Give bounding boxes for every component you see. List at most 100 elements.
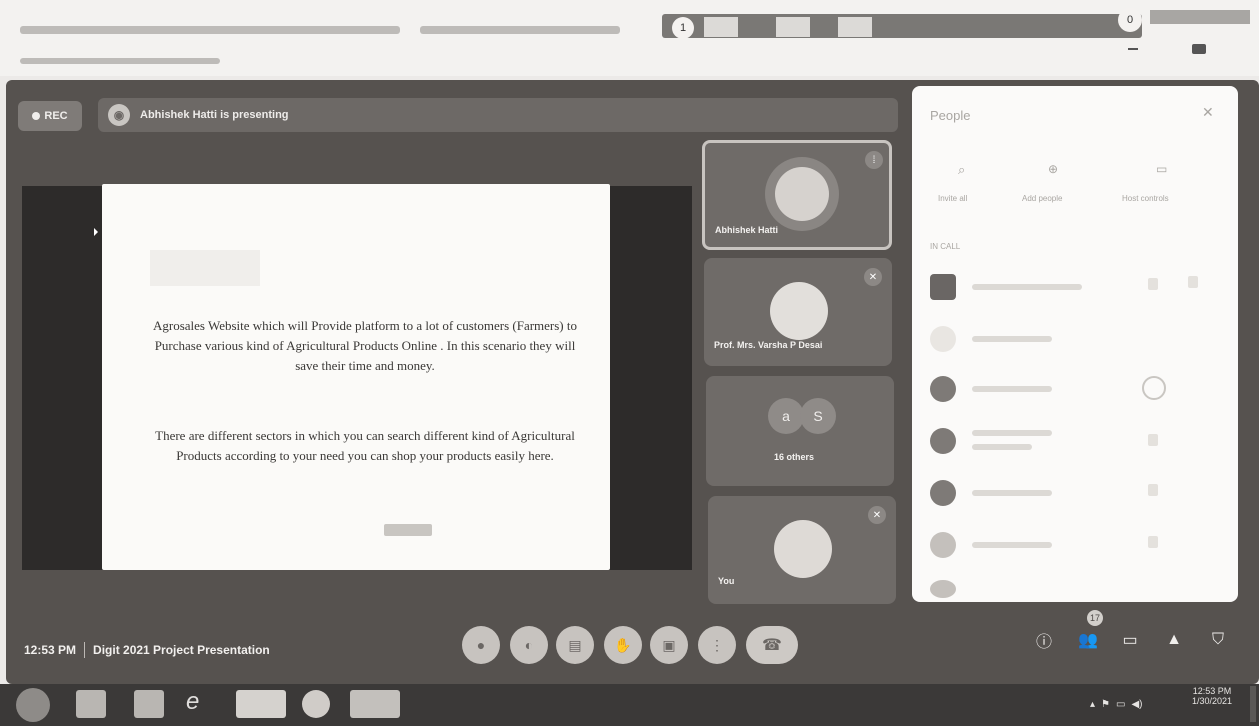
section-label: IN CALL — [930, 242, 961, 251]
participant-row-text — [972, 542, 1052, 548]
audio-level-icon: ⁞ — [865, 151, 883, 169]
end-call-button[interactable]: ☎ — [746, 626, 798, 664]
participant-row-text — [972, 284, 1082, 290]
show-desktop-button[interactable] — [1250, 686, 1256, 722]
tile-name: Prof. Mrs. Varsha P Desai — [714, 340, 823, 350]
mic-button[interactable]: ● — [462, 626, 500, 664]
presenter-avatar: ◉ — [108, 104, 130, 126]
participant-avatar — [930, 480, 956, 506]
present-icon: ▣ — [662, 636, 676, 653]
profile-badge[interactable]: 0 — [1118, 8, 1142, 32]
participant-avatar — [930, 428, 956, 454]
meeting-title: Digit 2021 Project Presentation — [93, 643, 270, 657]
meeting-details-button[interactable]: ⓘ — [1030, 626, 1058, 654]
info-icon: ⓘ — [1035, 634, 1052, 651]
search-icon[interactable]: ⌕ — [958, 162, 965, 178]
people-button[interactable]: 👥 — [1074, 626, 1102, 654]
app-icon[interactable] — [236, 690, 286, 718]
participant-row-text — [972, 430, 1052, 436]
tab-thumb[interactable] — [704, 17, 738, 37]
more-options-button[interactable]: ⋮ — [698, 626, 736, 664]
clock-time: 12:53 PM — [1192, 686, 1232, 696]
people-count-badge: 17 — [1087, 610, 1103, 626]
present-button[interactable]: ▣ — [650, 626, 688, 664]
window-controls[interactable] — [1150, 10, 1250, 24]
recording-badge: REC — [18, 101, 82, 131]
browser-icon[interactable] — [302, 690, 330, 718]
slide-footer — [384, 524, 432, 536]
mic-icon: ● — [476, 637, 486, 653]
system-tray[interactable]: ▴ ⚑ ▭ ◀) — [1090, 686, 1142, 722]
add-person-icon[interactable]: ⊕ — [1048, 162, 1058, 176]
rec-label: REC — [44, 110, 68, 122]
participant-avatar — [930, 580, 956, 598]
close-icon[interactable]: ✕ — [1202, 104, 1214, 121]
tab-thumb[interactable] — [776, 17, 810, 37]
start-button[interactable] — [16, 688, 50, 722]
avatar — [770, 282, 828, 340]
action-label[interactable]: Add people — [1022, 194, 1062, 203]
participant-tile-others[interactable]: a S 16 others — [706, 376, 894, 486]
avatar — [775, 167, 829, 221]
controls-icon[interactable]: ▭ — [1156, 162, 1167, 176]
participant-tile-presenter[interactable]: ⁞ Abhishek Hatti — [702, 140, 892, 250]
internet-explorer-icon[interactable]: e — [186, 688, 199, 716]
browser-chrome: 1 0 — [0, 0, 1259, 76]
more-icon: ⋮ — [710, 636, 724, 653]
taskbar-clock[interactable]: 12:53 PM 1/30/2021 — [1188, 686, 1236, 706]
chat-icon: ▭ — [1122, 632, 1138, 649]
row-action[interactable] — [1148, 484, 1158, 496]
divider — [84, 642, 86, 658]
participant-row-text — [972, 336, 1052, 342]
extension-icon[interactable] — [1192, 44, 1206, 54]
raise-hand-button[interactable]: ✋ — [604, 626, 642, 664]
action-label[interactable]: Host controls — [1122, 194, 1169, 203]
chat-button[interactable]: ▭ — [1116, 626, 1144, 654]
tile-name: 16 others — [774, 452, 815, 462]
tab-badge: 1 — [672, 17, 694, 39]
flag-icon[interactable]: ⚑ — [1101, 699, 1110, 710]
network-icon[interactable]: ▭ — [1116, 699, 1125, 710]
meeting-time: 12:53 PM — [24, 643, 77, 657]
host-controls-button[interactable]: ⛉ — [1204, 626, 1232, 654]
chevron-up-icon[interactable]: ▴ — [1090, 699, 1095, 710]
activities-icon: ▲ — [1166, 631, 1182, 648]
presenting-banner: ◉ Abhishek Hatti is presenting — [98, 98, 898, 132]
participant-avatar — [930, 274, 956, 300]
slide-paragraph-2: There are different sectors in which you… — [155, 428, 575, 463]
action-label[interactable]: Invite all — [938, 194, 967, 203]
panel-title: People — [930, 108, 971, 123]
meeting-info: 12:53 PM Digit 2021 Project Presentation — [24, 642, 270, 658]
participant-tile-self[interactable]: ✕ You — [708, 496, 896, 604]
mic-off-icon: ✕ — [868, 506, 886, 524]
participant-avatar — [930, 326, 956, 352]
avatar — [774, 520, 832, 578]
hand-icon: ✋ — [614, 636, 632, 653]
hang-up-icon: ☎ — [762, 637, 782, 654]
clock-date: 1/30/2021 — [1191, 696, 1233, 706]
row-action[interactable] — [1148, 278, 1158, 290]
participant-tile[interactable]: ✕ Prof. Mrs. Varsha P Desai — [704, 258, 892, 366]
volume-icon[interactable]: ◀) — [1131, 699, 1142, 710]
captions-button[interactable]: ▤ — [556, 626, 594, 664]
tile-name: Abhishek Hatti — [715, 225, 779, 235]
activities-button[interactable]: ▲ — [1160, 626, 1188, 654]
minimize-icon[interactable] — [1128, 48, 1138, 50]
row-action[interactable] — [1148, 536, 1158, 548]
participant-row-text — [972, 386, 1052, 392]
captions-icon: ▤ — [568, 636, 582, 653]
slide-paragraph-1: Agrosales Website which will Provide pla… — [152, 318, 578, 373]
file-explorer-icon[interactable] — [76, 690, 106, 718]
app-icon[interactable] — [134, 690, 164, 718]
app-icon[interactable] — [350, 690, 400, 718]
row-action[interactable] — [1148, 434, 1158, 446]
others-avatar: S — [800, 398, 836, 434]
mic-off-icon: ✕ — [864, 268, 882, 286]
record-dot-icon — [32, 112, 41, 120]
camera-button[interactable]: ◐ — [510, 626, 548, 664]
tab-thumb[interactable] — [838, 17, 872, 37]
presentation-slide — [102, 184, 610, 570]
people-icon: 👥 — [1078, 632, 1098, 649]
row-action[interactable] — [1188, 276, 1198, 288]
presenter-text: Abhishek Hatti is presenting — [140, 109, 289, 121]
